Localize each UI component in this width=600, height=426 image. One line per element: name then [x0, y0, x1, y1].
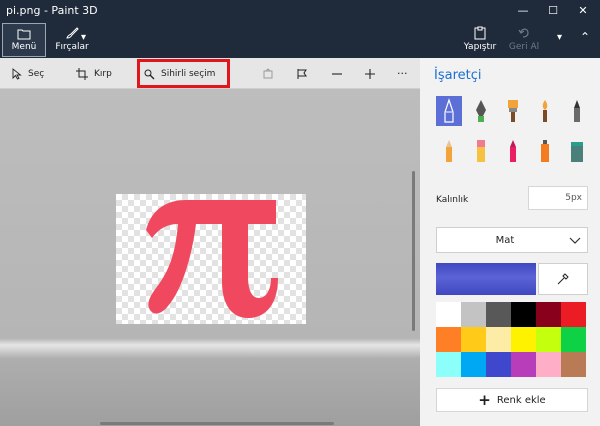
color-swatch[interactable] [561, 352, 586, 377]
cursor-icon [12, 67, 22, 80]
rotate-image-icon [263, 67, 273, 78]
color-swatch[interactable] [536, 327, 561, 352]
paste-label: Yapıştır [463, 42, 497, 52]
maximize-button[interactable]: ☐ [538, 0, 568, 22]
ribbon: Menü Fırçalar ▾ Yapıştır Geri Al ▾ ⌃ [0, 22, 600, 58]
close-button[interactable]: ✕ [568, 0, 598, 22]
collapse-ribbon-icon[interactable]: ⌃ [580, 30, 590, 44]
color-swatch[interactable] [436, 352, 461, 377]
brushes-label: Fırçalar [55, 42, 89, 52]
color-palette [436, 302, 588, 377]
fill-bucket-icon [571, 142, 583, 162]
watercolor-icon [542, 100, 548, 122]
color-swatch[interactable] [436, 302, 461, 327]
calligraphy-pen-icon [476, 100, 486, 122]
fill-brush[interactable] [564, 136, 590, 166]
pencil-brush[interactable] [436, 136, 462, 166]
color-swatch[interactable] [486, 352, 511, 377]
select-button[interactable]: Seç [12, 64, 44, 83]
oil-brush[interactable] [500, 96, 526, 126]
thickness-label: Kalınlık [436, 195, 469, 205]
chevron-down-icon[interactable]: ▾ [81, 32, 86, 43]
color-swatch[interactable] [561, 327, 586, 352]
color-swatch[interactable] [461, 327, 486, 352]
color-swatch[interactable] [511, 302, 536, 327]
crayon-icon [510, 140, 516, 162]
plus-icon [365, 68, 375, 79]
color-swatch[interactable] [536, 302, 561, 327]
magic-select-highlight [137, 59, 230, 88]
folder-icon [17, 29, 31, 40]
color-swatch[interactable] [486, 327, 511, 352]
vertical-scrollbar[interactable] [412, 171, 415, 331]
undo-label: Geri Al [508, 42, 540, 52]
brush-icon [66, 27, 79, 39]
color-swatch[interactable] [461, 302, 486, 327]
marker-brush[interactable] [436, 96, 462, 126]
panel-title: İşaretçi [434, 68, 482, 83]
minus-icon [332, 72, 342, 75]
undo-dropdown-chevron-icon[interactable]: ▾ [557, 32, 562, 43]
color-swatch[interactable] [511, 352, 536, 377]
zoom-out-button[interactable] [331, 64, 343, 83]
color-swatch[interactable] [511, 327, 536, 352]
eyedropper-icon [557, 273, 569, 285]
brush-panel: İşaretçi Kalınlık 5px Mat + Renk ekle [420, 58, 600, 426]
pencil-icon [446, 140, 452, 162]
zoom-in-button[interactable] [364, 64, 376, 83]
horizontal-scrollbar[interactable] [100, 422, 334, 425]
select-label: Seç [28, 68, 45, 79]
menu-label: Menü [11, 42, 37, 52]
color-swatch[interactable] [436, 327, 461, 352]
crop-button[interactable]: Kırp [76, 64, 112, 83]
eraser-icon [477, 140, 485, 162]
marker-icon [444, 98, 454, 123]
window-title: pi.png - Paint 3D [6, 4, 98, 17]
crop-icon [76, 67, 88, 80]
add-color-label: Renk ekle [496, 394, 546, 406]
image-canvas[interactable] [116, 194, 306, 324]
oil-brush-icon [508, 100, 518, 122]
minimize-button[interactable]: — [508, 0, 538, 22]
thickness-input[interactable]: 5px [528, 186, 588, 210]
finish-value: Mat [495, 235, 515, 246]
menu-button[interactable]: Menü [2, 23, 46, 57]
color-swatch[interactable] [461, 352, 486, 377]
flag-icon [297, 68, 307, 79]
flag-button[interactable] [296, 64, 308, 83]
pi-symbol [146, 200, 278, 318]
finish-dropdown[interactable]: Mat [436, 227, 588, 253]
plus-icon: + [478, 390, 491, 409]
color-swatch[interactable] [561, 302, 586, 327]
more-options-button[interactable]: ··· [397, 64, 408, 83]
clipboard-icon [474, 26, 486, 40]
crayon-brush[interactable] [500, 136, 526, 166]
current-color-swatch[interactable] [436, 263, 536, 295]
paste-button[interactable]: Yapıştır [460, 22, 500, 58]
chevron-down-icon [569, 237, 581, 244]
eyedropper-button[interactable] [538, 263, 588, 295]
color-swatch[interactable] [536, 352, 561, 377]
undo-button[interactable]: Geri Al [504, 22, 544, 58]
spray-can-icon [541, 140, 549, 162]
crop-label: Kırp [94, 68, 112, 79]
pixel-pen-icon [574, 100, 580, 122]
eraser-brush[interactable] [468, 136, 494, 166]
title-bar: pi.png - Paint 3D — ☐ ✕ [0, 0, 600, 22]
sticker-button[interactable] [262, 64, 274, 83]
calligraphy-pen-brush[interactable] [468, 96, 494, 126]
pixel-pen-brush[interactable] [564, 96, 590, 126]
watercolor-brush[interactable] [532, 96, 558, 126]
add-color-button[interactable]: + Renk ekle [436, 388, 588, 412]
undo-icon [518, 28, 529, 38]
color-swatch[interactable] [486, 302, 511, 327]
spray-can-brush[interactable] [532, 136, 558, 166]
